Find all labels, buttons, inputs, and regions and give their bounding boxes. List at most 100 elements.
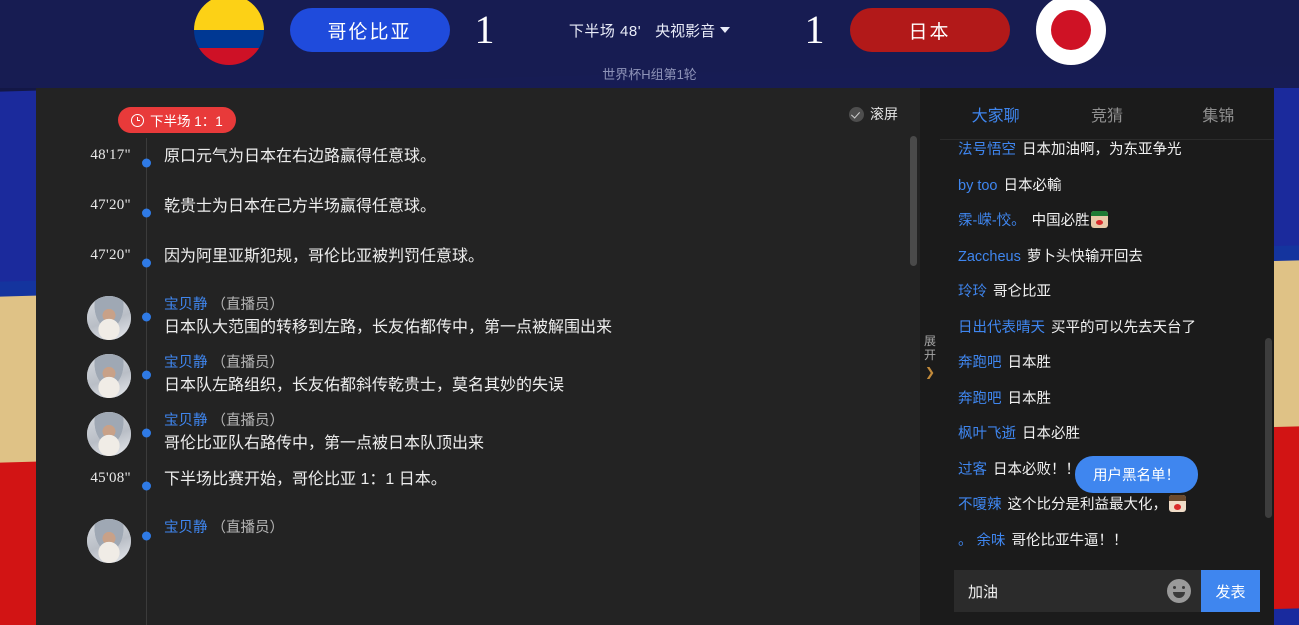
timeline-scroll-area[interactable]: 48'17" 原口元气为日本在右边路赢得任意球。 47'20" 乾贵士为日本在己方半场…	[36, 138, 920, 625]
chat-username[interactable]: by too	[958, 178, 998, 194]
chat-scrollbar-thumb[interactable]	[1265, 338, 1272, 518]
chat-username[interactable]: 枫叶飞逝	[958, 426, 1016, 442]
chat-text: 日本胜	[1007, 355, 1052, 372]
timeline-body: 原口元气为日本在右边路赢得任意球。	[164, 143, 920, 183]
away-team-button[interactable]: 日本	[849, 8, 1010, 52]
timeline-body: 宝贝静 （直播员）	[164, 516, 920, 556]
chevron-right-icon: ❯	[924, 365, 936, 379]
chat-text: 日本加油啊，为东亚争光	[1022, 142, 1182, 159]
timeline-dot	[142, 531, 151, 541]
chevron-down-icon	[720, 27, 731, 33]
chat-text: 哥仑比亚	[993, 284, 1051, 301]
timeline-body: 乾贵士为日本在己方半场赢得任意球。	[164, 193, 920, 233]
timeline-text: 下半场比赛开始，哥伦比亚 1：1 日本。	[164, 471, 447, 489]
timeline-time: 47'20"	[90, 247, 131, 263]
home-team-label: 哥伦比亚	[327, 21, 412, 43]
clock-icon	[131, 113, 144, 127]
timeline-comment-item: 宝贝静 （直播员）	[36, 511, 920, 564]
timeline-text: 乾贵士为日本在己方半场赢得任意球。	[164, 198, 437, 215]
colombia-flag-icon	[193, 0, 264, 65]
chat-username[interactable]: 过客	[958, 462, 987, 478]
timeline-dot	[142, 481, 151, 491]
chat-text: 日本胜	[1007, 390, 1052, 407]
chat-username[interactable]: 玲玲	[958, 284, 987, 300]
commentator-name: 宝贝静 （直播员）	[164, 354, 285, 371]
timeline-event-item: 45'08" 下半场比赛开始，哥伦比亚 1：1 日本。	[36, 461, 920, 511]
send-button[interactable]: 发表	[1201, 570, 1260, 612]
home-team-button[interactable]: 哥伦比亚	[289, 8, 450, 52]
chat-tabs: 大家聊 竞猜 集锦	[940, 88, 1274, 140]
chat-message-list[interactable]: 6姚明上场了法号悟空日本加油啊，为东亚争光by too日本必輸霂-嵘-恔。中国必…	[940, 140, 1274, 567]
chat-username[interactable]: 奔跑吧	[958, 355, 1002, 371]
timeline-dot	[142, 428, 151, 438]
timeline-comment-item: 宝贝静 （直播员） 哥伦比亚队右路传中，第一点被日本队顶出来	[36, 404, 920, 462]
scoreboard: 哥伦比亚 1 下半场 48' 央视影音 1 日本	[0, 0, 1299, 65]
chat-tab-2[interactable]: 集锦	[1163, 102, 1274, 126]
chat-username[interactable]: 日出代表晴天	[958, 320, 1045, 336]
chat-message[interactable]: 日出代表晴天 买平的可以先去天台了	[958, 317, 1258, 339]
period-badge-label: 下半场 1：1	[150, 114, 223, 129]
timeline-time: 47'20"	[90, 197, 131, 213]
chat-message[interactable]: 奔跑吧 日本胜	[958, 352, 1258, 374]
timeline-text: 日本队大范围的转移到左路，长友佑都传中，第一点被解围出来	[164, 319, 613, 337]
auto-scroll-toggle[interactable]: 滚屏	[849, 104, 898, 124]
chat-message[interactable]: Zaccheus 萝卜头快输开回去	[958, 246, 1258, 268]
home-score: 1	[474, 7, 495, 52]
chat-message[interactable]: 霂-嵘-恔。 中国必胜	[958, 210, 1258, 232]
timeline-body: 下半场比赛开始，哥伦比亚 1：1 日本。	[164, 466, 920, 506]
timeline-comment-item: 宝贝静 （直播员） 日本队左路组织，长友佑都斜传乾贵士，莫名其妙的失误	[36, 346, 920, 404]
chat-message[interactable]: 玲玲 哥仑比亚	[958, 281, 1258, 303]
timeline-dot	[142, 258, 151, 268]
chat-tab-1[interactable]: 竞猜	[1051, 102, 1162, 126]
chat-input-row: 发表	[940, 567, 1274, 625]
chat-username[interactable]: Zaccheus	[958, 249, 1021, 265]
timeline-body: 宝贝静 （直播员） 日本队左路组织，长友佑都斜传乾贵士，莫名其妙的失误	[164, 351, 920, 399]
timeline-dot	[142, 158, 151, 168]
chat-message[interactable]: by too 日本必輸	[958, 175, 1258, 197]
party-face-emoji	[1090, 211, 1108, 229]
main-content: 下半场 1：1 滚屏 48'17" 原口元气为日本在右边路赢得任意球。 47'20"…	[36, 88, 1274, 625]
timeline-body: 宝贝静 （直播员） 哥伦比亚队右路传中，第一点被日本队顶出来	[164, 409, 920, 457]
timeline-text: 原口元气为日本在右边路赢得任意球。	[164, 148, 437, 165]
away-team-label: 日本	[908, 21, 951, 43]
smiley-icon[interactable]	[1167, 579, 1191, 603]
timeline-body: 宝贝静 （直播员） 日本队大范围的转移到左路，长友佑都传中，第一点被解围出来	[164, 293, 920, 341]
broadcast-source-dropdown[interactable]: 央视影音	[655, 20, 731, 41]
chat-username[interactable]: 霂-嵘-恔。	[958, 213, 1026, 229]
timeline-scrollbar-thumb[interactable]	[910, 136, 917, 266]
timeline-dot	[142, 370, 151, 380]
chat-message[interactable]: 枫叶飞逝 日本必胜	[958, 423, 1258, 445]
chat-username[interactable]: 不嗄辣	[958, 497, 1002, 513]
chat-username[interactable]: 。 余味	[958, 533, 1006, 549]
chat-panel: 大家聊竞猜集锦 6姚明上场了法号悟空日本加油啊，为东亚争光by too日本必輸霂…	[940, 88, 1274, 625]
timeline-dot	[142, 312, 151, 322]
commentator-name: 宝贝静 （直播员）	[164, 412, 285, 429]
chat-text: 哥伦比亚牛逼！！	[1011, 532, 1128, 549]
chat-message[interactable]: 法号悟空 日本加油啊，为东亚争光	[958, 140, 1258, 162]
chat-username[interactable]: 奔跑吧	[958, 391, 1002, 407]
timeline-event-item: 47'20" 乾贵士为日本在己方半场赢得任意球。	[36, 188, 920, 238]
avatar	[87, 519, 131, 564]
match-status: 下半场 48' 央视影音	[520, 20, 780, 41]
chat-text: 日本必輸	[1003, 177, 1062, 194]
expand-panel-handle[interactable]: 展 开 ❯	[920, 88, 940, 625]
match-subtitle: 世界杯H组第1轮	[602, 67, 697, 82]
timeline-dot	[142, 208, 151, 218]
chat-message[interactable]: 。 余味 哥伦比亚牛逼！！	[958, 530, 1258, 552]
chat-message[interactable]: 奔跑吧 日本胜	[958, 388, 1258, 410]
timeline-comment-item: 宝贝静 （直播员） 日本队大范围的转移到左路，长友佑都传中，第一点被解围出来	[36, 288, 920, 346]
period-badge[interactable]: 下半场 1：1	[118, 107, 236, 133]
chat-input[interactable]	[968, 582, 1167, 600]
avatar	[87, 296, 131, 340]
away-score: 1	[804, 7, 825, 52]
blacklist-tooltip[interactable]: 用户黑名单！	[1075, 456, 1198, 493]
chat-tab-0[interactable]: 大家聊	[940, 102, 1051, 126]
chat-username[interactable]: 法号悟空	[958, 142, 1016, 158]
chat-input-wrapper[interactable]	[954, 570, 1201, 612]
live-timeline-panel: 下半场 1：1 滚屏 48'17" 原口元气为日本在右边路赢得任意球。 47'20"…	[36, 88, 920, 625]
timeline-time: 45'08"	[90, 470, 131, 487]
timeline-text: 哥伦比亚队右路传中，第一点被日本队顶出来	[164, 434, 485, 452]
chat-message[interactable]: 不嗄辣 这个比分是利益最大化，	[958, 494, 1258, 516]
avatar	[87, 411, 131, 456]
match-phase-label: 下半场 48'	[568, 22, 642, 40]
